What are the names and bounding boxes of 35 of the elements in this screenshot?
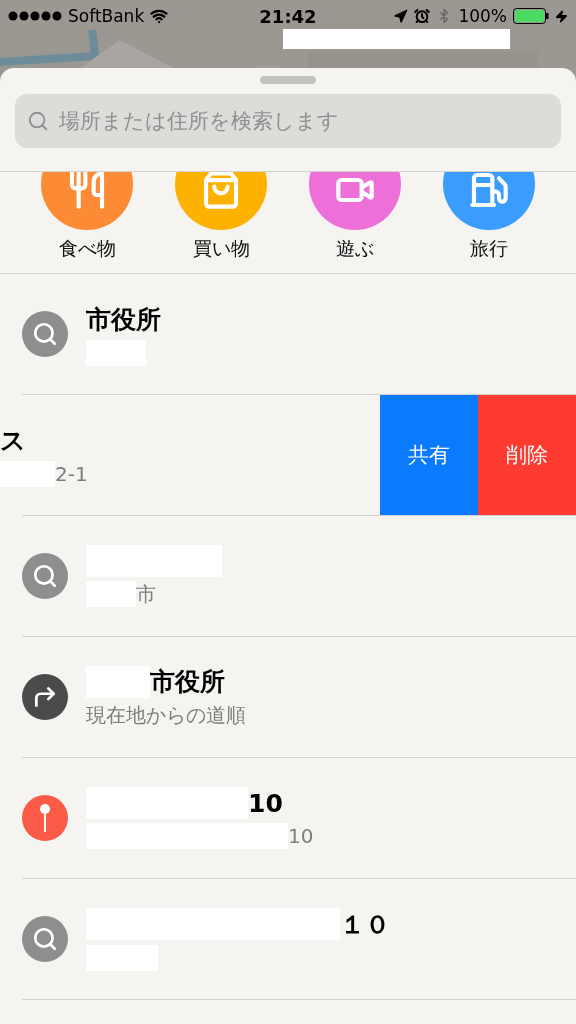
signal-icon (8, 11, 62, 21)
bag-icon (201, 172, 241, 210)
search-icon (32, 563, 58, 589)
place-title: 10 (248, 788, 283, 818)
search-icon (27, 110, 49, 132)
category-label: 食べ物 (58, 236, 116, 261)
search-icon (32, 321, 58, 347)
category-label: 買い物 (192, 236, 250, 261)
place-title: 市役所 (150, 666, 225, 698)
battery-percent: 100% (458, 6, 507, 26)
carrier-name: SoftBank (68, 6, 145, 26)
clock-time: 21:42 (259, 5, 317, 27)
place-title: １０ (340, 908, 390, 941)
category-label: 遊ぶ (336, 236, 374, 261)
fuel-pump-icon (469, 172, 509, 210)
utensils-icon (67, 172, 107, 210)
place-subtitle: 現在地からの道順 (86, 702, 246, 729)
share-button[interactable]: 共有 (380, 395, 478, 515)
place-subtitle: 10 (288, 824, 314, 848)
charging-icon (555, 9, 568, 23)
search-icon (32, 926, 58, 952)
place-title: ス (0, 424, 26, 457)
place-title: 市役所 (86, 303, 161, 336)
place-subtitle: 2-1 (55, 461, 88, 486)
battery-icon (513, 8, 549, 24)
category-label: 旅行 (470, 236, 508, 261)
delete-button[interactable]: 削除 (478, 395, 576, 515)
drag-handle[interactable] (260, 76, 316, 84)
alarm-icon (414, 8, 431, 24)
place-subtitle: 市 (136, 580, 156, 608)
turn-arrow-icon (32, 684, 58, 710)
pin-icon (39, 803, 51, 833)
wifi-icon (150, 7, 169, 25)
location-arrow-icon (393, 8, 409, 24)
search-field[interactable]: 場所または住所を検索します (15, 94, 561, 148)
